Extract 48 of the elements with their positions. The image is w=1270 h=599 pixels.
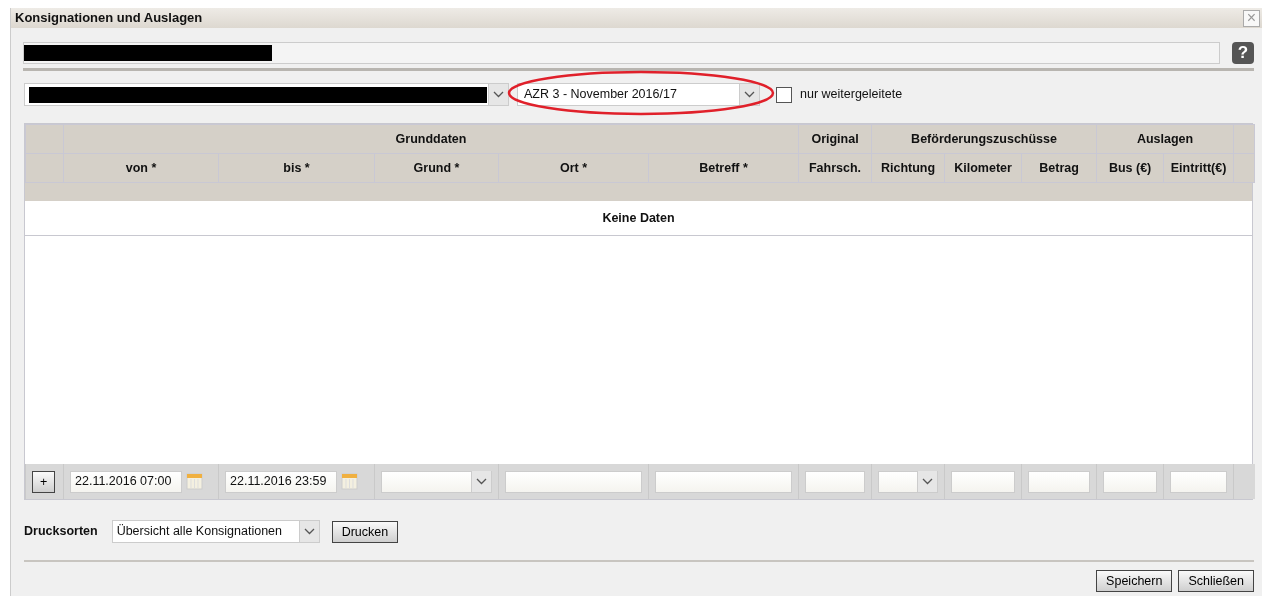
column-header[interactable]: Ort * <box>498 153 649 183</box>
column-header[interactable]: Kilometer <box>944 153 1022 183</box>
column-header[interactable]: Betrag <box>1021 153 1097 183</box>
select-field[interactable] <box>381 470 492 493</box>
input-field[interactable] <box>805 470 865 493</box>
dropdown-caret-icon[interactable] <box>488 84 508 105</box>
employee-select[interactable] <box>24 83 509 106</box>
column-header[interactable]: Eintritt(€) <box>1163 153 1234 183</box>
dropdown-caret-icon[interactable] <box>471 471 491 492</box>
checkbox[interactable] <box>776 86 792 103</box>
select-value: AZR 3 - November 2016/17 <box>523 86 677 104</box>
select-value: Übersicht alle Konsignationen <box>116 523 283 541</box>
print-select[interactable]: Übersicht alle Konsignationen <box>111 520 320 543</box>
period-select[interactable]: AZR 3 - November 2016/17 <box>517 83 760 106</box>
close-button[interactable]: Schließen <box>1178 570 1254 592</box>
column-header[interactable]: Bus (€) <box>1096 153 1164 183</box>
column-header[interactable]: bis * <box>218 153 375 183</box>
date-field[interactable]: 22.11.2016 23:59 <box>225 470 337 493</box>
group-header: Grunddaten <box>63 124 799 154</box>
column-header[interactable]: Richtung <box>871 153 945 183</box>
input-field[interactable] <box>1103 470 1157 493</box>
calendar-icon[interactable] <box>186 473 203 490</box>
add-button[interactable]: + <box>32 470 56 493</box>
calendar-icon[interactable] <box>341 473 358 490</box>
dropdown-caret-icon[interactable] <box>739 84 759 105</box>
column-header[interactable]: Grund * <box>374 153 499 183</box>
column-header[interactable]: Betreff * <box>648 153 799 183</box>
group-header: Auslagen <box>1096 124 1234 154</box>
window-title: Konsignationen und Auslagen <box>15 9 203 28</box>
input-field[interactable] <box>505 470 642 493</box>
date-field[interactable]: 22.11.2016 07:00 <box>70 470 182 493</box>
column-header[interactable]: Fahrsch. <box>798 153 872 183</box>
input-field[interactable] <box>1028 470 1090 493</box>
input-field[interactable] <box>1170 470 1227 493</box>
group-header: Original <box>798 124 872 154</box>
help-button[interactable]: ? <box>1232 42 1254 64</box>
input-field[interactable] <box>951 470 1015 493</box>
dropdown-caret-icon[interactable] <box>917 471 937 492</box>
dropdown-caret-icon[interactable] <box>298 521 319 542</box>
save-button[interactable]: Speichern <box>1096 570 1173 592</box>
checkbox-label: nur weitergeleitete <box>800 86 903 104</box>
print-label: Drucksorten <box>24 523 98 541</box>
column-header[interactable]: von * <box>63 153 219 183</box>
empty-message: Keine Daten <box>602 209 675 227</box>
input-field[interactable] <box>655 470 792 493</box>
select-field[interactable] <box>878 470 938 493</box>
group-header: Beförderungszuschüsse <box>871 124 1097 154</box>
print-button[interactable]: Drucken <box>331 520 399 543</box>
